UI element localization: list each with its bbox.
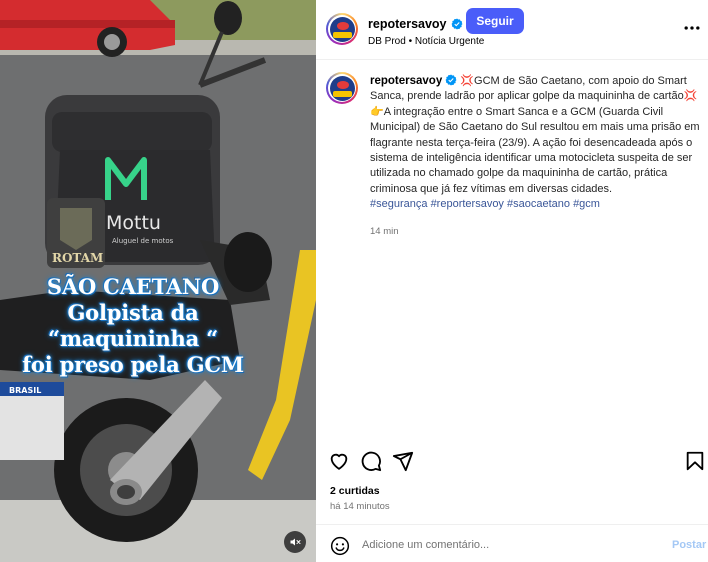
post-comment-button[interactable]: Postar <box>672 539 706 551</box>
caption-hashtags: #segurança #reportersavoy #saocaetano #g… <box>370 198 600 210</box>
overlay-line-2: Golpista da <box>67 300 199 325</box>
share-icon[interactable] <box>392 450 414 472</box>
caption-username[interactable]: repotersavoy <box>370 75 442 87</box>
post-panel: repotersavoy • Seguir DB Prod • Notícia … <box>316 0 708 562</box>
overlay-line-3: “maquininha “ <box>47 326 218 351</box>
header-user-line: repotersavoy • <box>368 15 474 33</box>
header-subtitle[interactable]: DB Prod • Notícia Urgente <box>368 36 484 47</box>
hashtag-link[interactable]: #saocaetano <box>507 198 570 210</box>
header-username[interactable]: repotersavoy <box>368 17 447 31</box>
hashtag-link[interactable]: #reportersavoy <box>431 198 504 210</box>
caption-body: 👉A integração entre o Smart Sanca e a GC… <box>370 105 700 195</box>
box-brand: Mottu <box>106 212 161 234</box>
more-options-icon[interactable] <box>682 20 702 36</box>
overlay-line-1: SÃO CAETANO <box>46 274 220 299</box>
bookmark-icon[interactable] <box>684 450 706 472</box>
caption-time[interactable]: 14 min <box>370 226 399 237</box>
post-caption: repotersavoy 💢GCM de São Caetano, com ap… <box>370 74 702 213</box>
comment-icon[interactable] <box>360 450 382 472</box>
overlay-line-4: foi preso pela GCM <box>22 352 244 377</box>
box-tagline: Aluguel de motos <box>112 237 174 245</box>
action-bar <box>316 446 708 476</box>
hashtag-link[interactable]: #segurança <box>370 198 428 210</box>
hashtag-link[interactable]: #gcm <box>573 198 600 210</box>
follow-button[interactable]: Seguir <box>466 8 524 34</box>
speaker-muted-icon <box>290 538 301 546</box>
verified-badge-icon <box>445 74 457 86</box>
rotam-patch-label: ROTAM <box>52 251 103 265</box>
verified-badge-icon <box>451 18 463 30</box>
caption-avatar[interactable] <box>326 72 358 104</box>
emoji-icon[interactable] <box>330 536 350 556</box>
post-header: repotersavoy • Seguir DB Prod • Notícia … <box>316 0 708 60</box>
mute-button[interactable] <box>284 531 306 553</box>
heart-icon[interactable] <box>328 450 350 472</box>
like-count[interactable]: 2 curtidas <box>330 485 380 497</box>
avatar[interactable] <box>326 13 358 45</box>
post-age: há 14 minutos <box>330 501 390 512</box>
plate-country: BRASIL <box>9 386 41 395</box>
post-media[interactable]: Mottu Aluguel de motos ROTAM BRASIL SÃO … <box>0 0 316 562</box>
overlay-caption: SÃO CAETANO Golpista da “maquininha “ fo… <box>0 274 266 378</box>
comment-bar: Postar <box>316 524 708 562</box>
comment-input[interactable] <box>362 535 652 555</box>
